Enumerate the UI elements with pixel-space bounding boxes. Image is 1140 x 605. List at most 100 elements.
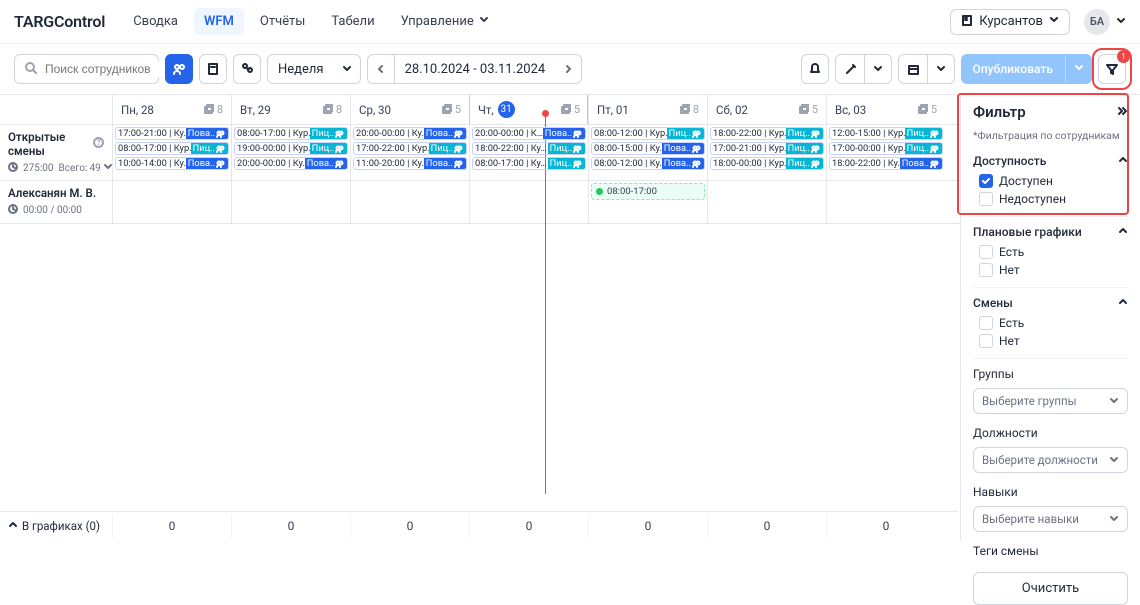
shift-pill[interactable]: 18:00-22:00 | Ку…Пиц.. [472,142,586,155]
shift-pill[interactable]: 08:00-15:00 | Ку…Пова.. [591,142,705,155]
shift-cell[interactable]: 18:00-22:00 | Кур…Пиц.. 17:00-21:00 | Ку… [707,125,826,180]
search-icon [25,62,37,77]
day-head-tue[interactable]: Вт, 29 8 [231,95,350,124]
org-select[interactable]: Курсантов [950,9,1070,35]
calendar-icon [899,55,928,83]
help-icon[interactable]: ? [93,137,104,151]
nav-wfm[interactable]: WFM [194,8,244,35]
nav-timesheets[interactable]: Табели [321,8,384,35]
shift-pill[interactable]: 20:00-00:00 | Ку…Пова.. [234,157,348,170]
shift-pill[interactable]: 08:00-17:00 | Кур…Пиц.. [234,127,348,140]
bell-icon[interactable] [801,54,829,84]
filter-shift-tags-label: Теги смены [973,544,1128,562]
shift-pill[interactable]: 08:00-17:00 | Кур…Пиц.. [115,142,229,155]
chk-plans-yes[interactable]: Есть [973,243,1128,261]
filter-button[interactable]: 1 [1098,54,1126,84]
shift-pill[interactable]: 18:00-00:00 | Кур…Пиц.. [710,157,824,170]
emp-cell[interactable] [231,181,350,223]
shift-pill[interactable]: 20:00-00:00 | К…Пова.. [472,127,586,140]
date-range[interactable]: 28.10.2024 - 03.11.2024 [367,54,583,84]
shift-cell[interactable]: 12:00-15:00 | Кур…Пиц.. 17:00-00:00 | Ку… [826,125,945,180]
filter-sec-plans[interactable]: Плановые графики [973,225,1128,243]
footer-label[interactable]: В графиках (0) [0,514,112,538]
publish-label: Опубликовать [961,55,1065,83]
shift-pill[interactable]: 17:00-00:00 | Кур…Пиц.. [829,142,943,155]
shift-pill[interactable]: 08:00-12:00 | Ку…Пова.. [591,157,705,170]
shift-pill[interactable]: 17:00-21:00 | Ку…Пова.. [115,127,229,140]
emp-cell[interactable] [112,181,231,223]
chevron-down-icon [479,14,489,29]
publish-button[interactable]: Опубликовать [961,54,1092,84]
shift-pill[interactable]: 08:00-17:00 | Ку…Пиц.. [472,157,586,170]
day-head-thu[interactable]: Чт,31 5 [469,95,588,124]
calendar-button[interactable] [898,54,955,84]
shift-pill[interactable]: 17:00-21:00 | Кур…Пиц.. [710,142,824,155]
nav-reports[interactable]: Отчёты [250,8,315,35]
filter-note: *Фильтрация по сотрудникам [961,129,1140,148]
availability-time: 08:00-17:00 [607,186,657,197]
next-icon[interactable] [555,55,581,83]
shift-pill[interactable]: 17:00-22:00 | Кур…Пиц.. [353,142,467,155]
shift-cell[interactable]: 17:00-21:00 | Ку…Пова.. 08:00-17:00 | Ку… [112,125,231,180]
chevron-up-icon [8,519,18,533]
collapse-icon[interactable] [1117,105,1128,119]
period-select[interactable]: Неделя [267,54,361,84]
day-head-sat[interactable]: Сб, 02 5 [707,95,826,124]
emp-cell[interactable] [826,181,945,223]
shift-pill[interactable]: 11:00-20:00 | Ку…Пова.. [353,157,467,170]
shift-cell[interactable]: 20:00-00:00 | К…Пова.. 18:00-22:00 | Ку…… [469,125,588,180]
filter-panel: Фильтр *Фильтрация по сотрудникам Доступ… [960,95,1140,540]
open-shifts-total-label: Всего: [59,163,88,174]
emp-cell[interactable] [350,181,469,223]
search-input[interactable] [14,54,159,84]
users-view-icon[interactable] [165,54,193,84]
date-range-label: 28.10.2024 - 03.11.2024 [395,62,556,77]
prev-icon[interactable] [368,55,395,83]
chk-shifts-no[interactable]: Нет [973,332,1128,350]
chk-plans-no[interactable]: Нет [973,261,1128,279]
filter-sec-shifts[interactable]: Смены [973,296,1128,314]
filter-sec-availability[interactable]: Доступность [973,154,1128,172]
day-head-mon[interactable]: Пн, 28 8 [112,95,231,124]
employee-side[interactable]: Алексанян М. В. 00:00 / 00:00 [0,181,112,223]
shift-pill[interactable]: 18:00-22:00 | Ку…Пова.. [829,157,943,170]
nav-summary[interactable]: Сводка [123,8,188,35]
roles-view-icon[interactable] [233,54,261,84]
shift-cell[interactable]: 08:00-17:00 | Кур…Пиц.. 19:00-00:00 | Ку… [231,125,350,180]
chevron-up-icon [1118,296,1128,310]
footer-cell: 0 [112,514,231,538]
nav-manage[interactable]: Управление [391,8,499,35]
availability-pill[interactable]: 08:00-17:00 [591,183,705,200]
chevron-up-icon [1118,225,1128,239]
shift-pill[interactable]: 18:00-22:00 | Кур…Пиц.. [710,127,824,140]
select-groups[interactable]: Выберите группы [973,388,1128,414]
period-label: Неделя [268,62,334,77]
avatar[interactable]: БА [1084,9,1110,35]
clear-button[interactable]: Очистить [973,572,1128,605]
chevron-down-icon[interactable] [1116,15,1126,29]
magic-button[interactable] [835,54,892,84]
shift-pill[interactable]: 19:00-00:00 | Кур…Пиц.. [234,142,348,155]
chk-unavailable[interactable]: Недоступен [973,190,1128,208]
select-positions[interactable]: Выберите должности [973,447,1128,473]
shift-cell[interactable]: 20:00-00:00 | Ку…Пова.. 17:00-22:00 | Ку… [350,125,469,180]
chk-available[interactable]: Доступен [973,172,1128,190]
day-head-sun[interactable]: Вс, 03 5 [826,95,945,124]
shift-pill[interactable]: 08:00-12:00 | Кур…Пиц.. [591,127,705,140]
emp-cell[interactable]: 08:00-17:00 [588,181,707,223]
day-head-wed[interactable]: Ср, 30 5 [350,95,469,124]
employee-name: Алексанян М. В. [8,186,104,200]
positions-view-icon[interactable] [199,54,227,84]
emp-cell[interactable] [469,181,588,223]
shift-pill[interactable]: 20:00-00:00 | Ку…Пова.. [353,127,467,140]
shift-cell[interactable]: 08:00-12:00 | Кур…Пиц.. 08:00-15:00 | Ку… [588,125,707,180]
chevron-down-icon [928,55,954,83]
shift-pill[interactable]: 12:00-15:00 | Кур…Пиц.. [829,127,943,140]
day-head-fri[interactable]: Пт, 01 8 [588,95,707,124]
emp-cell[interactable] [707,181,826,223]
shift-pill[interactable]: 10:00-14:00 | Ку…Пова.. [115,157,229,170]
filter-badge: 1 [1117,50,1130,63]
select-skills[interactable]: Выберите навыки [973,506,1128,532]
chevron-down-icon [1065,55,1092,83]
chk-shifts-yes[interactable]: Есть [973,314,1128,332]
